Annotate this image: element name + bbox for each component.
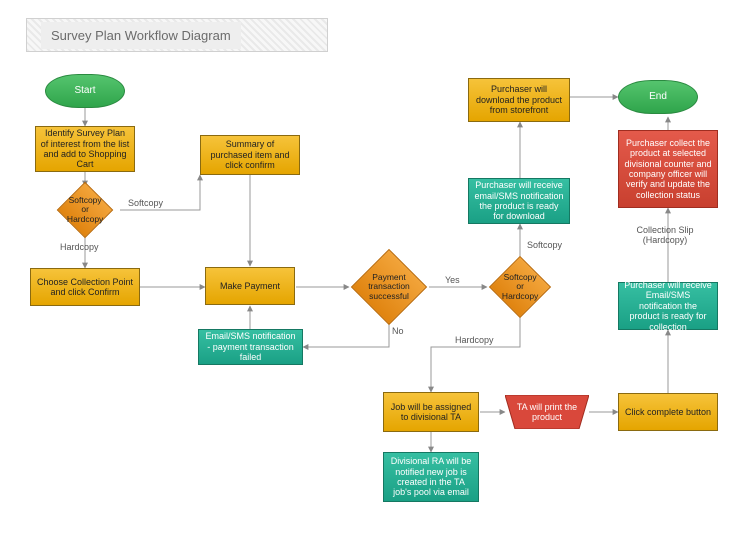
edge-label-softcopy-1: Softcopy <box>128 198 163 208</box>
node-collect: Purchaser collect the product at selecte… <box>618 130 718 208</box>
diagram-title-box: Survey Plan Workflow Diagram <box>26 18 328 52</box>
node-soft-ready: Purchaser will receive email/SMS notific… <box>468 178 570 224</box>
node-choose-collection: Choose Collection Point and click Confir… <box>30 268 140 306</box>
edge-label-softcopy-2: Softcopy <box>527 240 562 250</box>
node-ta-print: TA will print the product <box>505 395 589 429</box>
node-hard-ready: Purchaser will receive Email/SMS notific… <box>618 282 718 330</box>
edge-label-yes: Yes <box>445 275 460 285</box>
node-assign-ta: Job will be assigned to divisional TA <box>383 392 479 432</box>
flowchart-canvas: Survey Plan Workflow Diagram <box>0 0 750 533</box>
node-decision-format-2: Softcopy or Hardcopy <box>489 256 551 318</box>
node-summary: Summary of purchased item and click conf… <box>200 135 300 175</box>
node-decision-format-1: Softcopy or Hardcopy <box>57 182 114 239</box>
node-click-complete: Click complete button <box>618 393 718 431</box>
diagram-title: Survey Plan Workflow Diagram <box>41 22 241 49</box>
node-identify: Identify Survey Plan of interest from th… <box>35 126 135 172</box>
node-start: Start <box>45 74 125 108</box>
edge-label-hardcopy-2: Hardcopy <box>455 335 494 345</box>
node-decision-payment: Payment transaction successful <box>351 249 427 325</box>
node-payment-fail: Email/SMS notification - payment transac… <box>198 329 303 365</box>
node-end: End <box>618 80 698 114</box>
edge-label-no: No <box>392 326 404 336</box>
edge-label-collection-slip: Collection Slip (Hardcopy) <box>625 225 705 245</box>
edge-label-hardcopy-1: Hardcopy <box>60 242 99 252</box>
node-download: Purchaser will download the product from… <box>468 78 570 122</box>
node-make-payment: Make Payment <box>205 267 295 305</box>
node-ra-notify: Divisional RA will be notified new job i… <box>383 452 479 502</box>
